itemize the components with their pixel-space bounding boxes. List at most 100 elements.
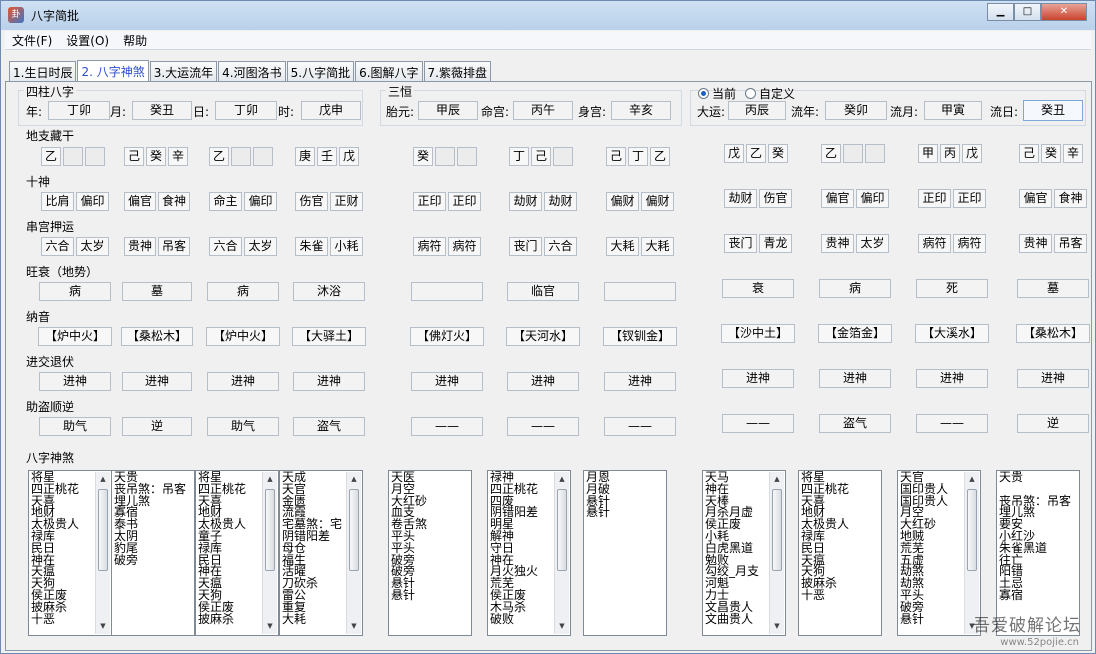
shensha-list[interactable]: 天马 神在 天棒 月杀月虚 侯正废 小耗 白虎黑道 勉败 勾绞_月支 河魁 力士… bbox=[702, 470, 786, 636]
wangshuai-cell: 墓 bbox=[1017, 279, 1089, 298]
chuangong-cell: 丧门 bbox=[509, 237, 542, 256]
menu-file[interactable]: 文件(F) bbox=[5, 32, 59, 49]
liuyue-label: 流月: bbox=[890, 105, 919, 119]
chuangong-cell: 太岁 bbox=[856, 234, 889, 253]
tab-ziwei[interactable]: 7.紫薇排盘 bbox=[423, 61, 491, 82]
jinjiao-cell: 进神 bbox=[293, 372, 365, 391]
scroll-thumb[interactable] bbox=[557, 489, 567, 571]
chuangong-cell: 吊客 bbox=[1054, 234, 1087, 253]
canggan-cell bbox=[253, 147, 273, 166]
shensha-list[interactable]: 将星 四正桃花 天喜 地财 太极贵人 童子 禄库 民日 神在 天瘟 天狗 侯正废… bbox=[195, 470, 279, 636]
canggan-cell bbox=[457, 147, 477, 166]
liunian-label: 流年: bbox=[791, 105, 820, 119]
scroll-up-icon[interactable]: ▲ bbox=[347, 472, 361, 487]
scroll-thumb[interactable] bbox=[98, 489, 108, 571]
radio-custom[interactable]: 自定义 bbox=[745, 85, 795, 102]
scroll-down-icon[interactable]: ▼ bbox=[263, 619, 277, 634]
zhudao-cell: 逆 bbox=[122, 417, 192, 436]
chuangong-cell: 小耗 bbox=[330, 237, 363, 256]
shishen-cell: 偏官 bbox=[821, 189, 854, 208]
scroll-thumb[interactable] bbox=[265, 489, 275, 571]
menu-help[interactable]: 帮助 bbox=[116, 32, 154, 49]
scroll-up-icon[interactable]: ▲ bbox=[965, 472, 979, 487]
scroll-thumb[interactable] bbox=[772, 489, 782, 571]
shensha-list[interactable]: 将星 四正桃花 天喜 地财 太极贵人 禄库 民日 神在 天瘟 天狗 侯正废 披麻… bbox=[28, 470, 112, 636]
shensha-list-text: 天贵 丧吊煞：吊客 埋儿煞 要安 小红沙 朱雀黑道 往亡 阳错 土忌 寡宿 bbox=[999, 470, 1072, 602]
zhudao-cell: —— bbox=[916, 414, 988, 433]
scroll-up-icon[interactable]: ▲ bbox=[555, 472, 569, 487]
shensha-list[interactable]: 将星 四正桃花 天喜 地财 太极贵人 禄库 民日 天瘟 天狗 披麻杀 十恶 bbox=[798, 470, 882, 636]
chuangong-cell: 太岁 bbox=[244, 237, 277, 256]
shensha-list-text: 天马 神在 天棒 月杀月虚 侯正废 小耗 白虎黑道 勉败 勾绞_月支 河魁 力士… bbox=[705, 470, 760, 626]
shensha-list[interactable]: 天医 月空 大红砂 血支 卷舌煞 平头 平头 破旁 破旁 悬针 悬针 bbox=[388, 470, 472, 636]
bazi-title: 四柱八字 bbox=[24, 83, 77, 100]
tab-hetu[interactable]: 4.河图洛书 bbox=[218, 61, 286, 82]
radio-on-icon bbox=[698, 88, 709, 99]
scroll-up-icon[interactable]: ▲ bbox=[96, 472, 110, 487]
maximize-button[interactable]: □ bbox=[1014, 3, 1041, 21]
shensha-list[interactable]: 天官 国印贵人 国印贵人 月空 大红砂 地贼 荒芜 五虚 劫煞 劫煞 平头 破旁… bbox=[897, 470, 981, 636]
shishen-cell: 正印 bbox=[413, 192, 446, 211]
minggong-label: 命宫: bbox=[481, 105, 510, 119]
zhudao-cell: 逆 bbox=[1017, 414, 1089, 433]
close-button[interactable]: ✕ bbox=[1041, 3, 1087, 21]
section-jinjiao: 进交退伏 bbox=[26, 355, 75, 369]
shensha-list[interactable]: 天成 天官 金匮 流霞 宅墓煞：宅 阴错阳差 母仓 福生 活曜 刀砍杀 雷公 重… bbox=[279, 470, 363, 636]
tab-jianpi[interactable]: 5.八字简批 bbox=[286, 61, 355, 82]
scroll-down-icon[interactable]: ▼ bbox=[347, 619, 361, 634]
scroll-thumb[interactable] bbox=[967, 489, 977, 571]
tab-tujie[interactable]: 6.图解八字 bbox=[355, 61, 423, 82]
radio-current[interactable]: 当前 bbox=[698, 85, 736, 102]
scroll-down-icon[interactable]: ▼ bbox=[96, 619, 110, 634]
dayun-value: 丙辰 bbox=[728, 101, 786, 120]
canggan-cell bbox=[231, 147, 251, 166]
scroll-down-icon[interactable]: ▼ bbox=[555, 619, 569, 634]
canggan-cell: 己 bbox=[531, 147, 551, 166]
scrollbar[interactable]: ▲ ▼ bbox=[554, 472, 569, 634]
scrollbar[interactable]: ▲ ▼ bbox=[262, 472, 277, 634]
tab-dayun[interactable]: 3.大运流年 bbox=[149, 61, 218, 82]
radio-off-icon bbox=[745, 88, 756, 99]
menu-settings[interactable]: 设置(O) bbox=[59, 32, 116, 49]
day-label: 日: bbox=[193, 105, 210, 119]
nayin-cell: 【天河水】 bbox=[506, 327, 580, 346]
chuangong-cell: 贵神 bbox=[124, 237, 156, 256]
shensha-list[interactable]: 天贵 丧吊煞：吊客 埋儿煞 寡宿 泰书 太阴 豹尾 破旁 bbox=[111, 470, 195, 636]
scroll-up-icon[interactable]: ▲ bbox=[770, 472, 784, 487]
day-pillar: 丁卯 bbox=[215, 101, 277, 120]
canggan-cell: 戊 bbox=[724, 144, 744, 163]
nayin-cell: 【钗钏金】 bbox=[603, 327, 677, 346]
sanyuan-title: 三恒 bbox=[386, 83, 415, 100]
shensha-list-text: 天贵 丧吊煞：吊客 埋儿煞 寡宿 泰书 太阴 豹尾 破旁 bbox=[114, 470, 187, 567]
shensha-list[interactable]: 禄神 四正桃花 四废 阴错阳差 明星 解神 守日 神在 月火独火 荒芜 侯正废 … bbox=[487, 470, 571, 636]
tab-bazi-shensha[interactable]: 2. 八字神煞 bbox=[77, 60, 149, 82]
watermark-url: www.52pojie.cn bbox=[1000, 637, 1079, 648]
section-shensha: 八字神煞 bbox=[26, 451, 75, 465]
shishen-cell: 食神 bbox=[158, 192, 190, 211]
liuyue-value: 甲寅 bbox=[924, 101, 982, 120]
section-shishen: 十神 bbox=[26, 175, 51, 189]
tab-birth-time[interactable]: 1.生日时辰 bbox=[9, 61, 77, 82]
taiyuan-value: 甲辰 bbox=[418, 101, 478, 120]
wangshuai-cell: 死 bbox=[916, 279, 988, 298]
zhudao-cell: —— bbox=[722, 414, 794, 433]
hour-pillar: 戊申 bbox=[301, 101, 361, 120]
canggan-cell: 乙 bbox=[746, 144, 766, 163]
chuangong-cell: 病符 bbox=[448, 237, 481, 256]
jinjiao-cell: 进神 bbox=[722, 369, 794, 388]
shensha-list[interactable]: 月恩 月破 悬针 悬针 bbox=[583, 470, 667, 636]
scroll-up-icon[interactable]: ▲ bbox=[263, 472, 277, 487]
jinjiao-cell: 进神 bbox=[819, 369, 891, 388]
chuangong-cell: 青龙 bbox=[759, 234, 792, 253]
minimize-button[interactable]: ▁ bbox=[987, 3, 1014, 21]
wangshuai-cell: 墓 bbox=[122, 282, 192, 301]
scrollbar[interactable]: ▲ ▼ bbox=[95, 472, 110, 634]
scrollbar[interactable]: ▲ ▼ bbox=[769, 472, 784, 634]
liuri-value[interactable]: 癸丑 bbox=[1023, 100, 1083, 121]
nayin-cell: 【桑松木】 bbox=[1016, 324, 1090, 343]
scrollbar[interactable]: ▲ ▼ bbox=[964, 472, 979, 634]
scroll-thumb[interactable] bbox=[349, 489, 359, 571]
zhudao-cell: —— bbox=[507, 417, 579, 436]
scrollbar[interactable]: ▲ ▼ bbox=[346, 472, 361, 634]
scroll-down-icon[interactable]: ▼ bbox=[770, 619, 784, 634]
